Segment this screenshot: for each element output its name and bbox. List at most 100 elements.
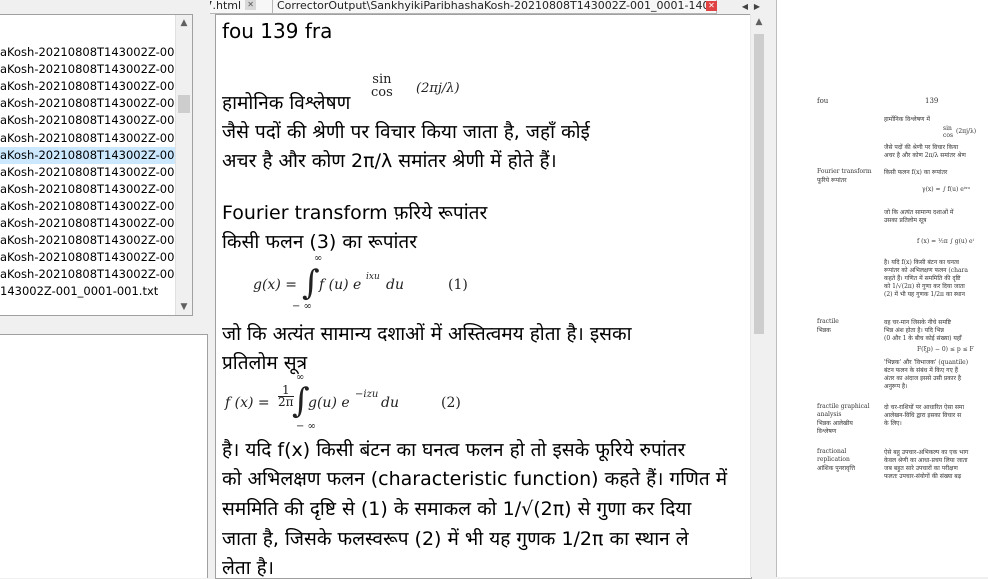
scan-text: analysis — [817, 411, 842, 418]
heading-line: fou 139 fra — [222, 19, 333, 43]
file-list-item[interactable]: aKosh-20210808T143002Z-001_... — [0, 130, 192, 147]
eq2-exponent: −izu — [355, 389, 379, 400]
file-list-item[interactable]: 143002Z-001_0001-001.txt — [0, 283, 176, 300]
scan-text: रूपांतर को अभिलक्षण फलन (chara — [884, 267, 968, 274]
file-list-item[interactable]: aKosh-20210808T143002Z-001_... — [0, 198, 192, 215]
text-line: हामोनिक विश्लेषण — [222, 92, 351, 114]
scan-text: f (x) = ½π ∫ g(u) eⁱ — [917, 238, 974, 245]
sin-cos-math: sin cos — [371, 73, 393, 99]
tab-label: r137.html — [210, 0, 242, 12]
eq1-body: f (u) e — [319, 277, 362, 293]
html-editor[interactable]: fou 139 fra हामोनिक विश्लेषण sin cos (2π… — [215, 14, 752, 579]
file-list-item[interactable]: aKosh-20210808T143002Z-001_... — [0, 215, 192, 232]
scroll-up-icon[interactable]: ▲ — [751, 14, 767, 30]
scan-text: बंटन फलन के संबंध में किए गए हैं — [884, 367, 958, 374]
scan-text: (2) में भी यह गुणक 1/2π का स्थान — [884, 291, 965, 298]
scan-text: fractional — [817, 448, 847, 455]
file-list-item[interactable]: aKosh-20210808T143002Z-001_... — [0, 146, 192, 164]
text-line: लेता है। — [222, 557, 274, 579]
tab-file-140[interactable]: CorrectorOutput\SankhyikiParibhashaKosh-… — [272, 0, 717, 14]
term-line: Fourier transform फ़रिये रूपांतर — [222, 202, 488, 224]
scan-text: जो कि अत्यंत सामान्य दशाओं में — [884, 209, 954, 216]
scan-text: वह चर-मान जिसके नीचे समष्टि — [884, 319, 951, 326]
text-line: सममिति की दृष्टि से (1) के समाकल को 1/√(… — [222, 498, 692, 520]
scan-text: ऐसे बहु उपचार-अभिकल्प का एक भाग — [884, 449, 969, 456]
splitter[interactable] — [766, 0, 777, 577]
scan-text: आंशिक पुनरावृत्ति — [817, 465, 856, 472]
text-line: जैसे पदों की श्रेणी पर विचार किया जाता ह… — [222, 121, 590, 143]
scan-text: विश्लेषण — [817, 428, 837, 435]
text-line: है। यदि f(x) किसी बंटन का घनत्व फलन हो त… — [222, 439, 686, 461]
scan-text: को 1/√(2π) से गुणा कर दिया जाता — [884, 283, 965, 290]
scan-text: fractile — [817, 318, 839, 325]
scroll-thumb[interactable] — [178, 95, 190, 113]
tab-strip: r137.html✕ CorrectorOutput\SankhyikiPari… — [210, 0, 765, 14]
eq2-lhs: f (x) = — [225, 395, 270, 411]
file-list-item[interactable]: aKosh-20210808T143002Z-001_... — [0, 44, 192, 61]
scroll-up-icon[interactable]: ▲ — [176, 15, 192, 31]
scan-text: उसका प्रतिलोम सूत्र — [884, 217, 927, 224]
arg-math: (2πj/λ) — [416, 81, 460, 96]
eq1-number: (1) — [448, 277, 468, 293]
file-list-scrollbar[interactable]: ▲ ▼ — [175, 15, 192, 315]
file-list-item[interactable]: aKosh-20210808T143002Z-001_... — [0, 95, 192, 112]
file-list-item[interactable]: aKosh-20210808T143002Z-001_... — [0, 249, 192, 266]
scroll-thumb[interactable] — [754, 34, 764, 334]
scanned-page-view[interactable]: fou 139 हार्मोनिक विश्लेषण में sin cos (… — [777, 0, 988, 577]
scan-text: fou — [817, 97, 829, 105]
scan-text: 'भिन्नक' और 'विभाजक' (quantile) — [884, 359, 969, 366]
scan-text: अचर है और कोण 2π/λ समांतर श्रेण — [884, 152, 966, 159]
eq1-exponent: ixu — [366, 272, 380, 282]
lower-limit: − ∞ — [292, 301, 312, 312]
eq2-body: g(u) e — [308, 395, 350, 411]
file-list[interactable]: aKosh-20210808T143002Z-001_... aKosh-2021… — [0, 14, 193, 316]
text-line: किसी फलन (3) का रूपांतर — [222, 231, 418, 253]
file-list-item[interactable]: aKosh-20210808T143002Z-001_... — [0, 164, 192, 181]
file-list-item[interactable]: aKosh-20210808T143002Z-001_... — [0, 112, 192, 129]
file-list-item[interactable]: aKosh-20210808T143002Z-001_... — [0, 266, 192, 283]
integral-sign: ∫ — [302, 263, 320, 303]
scan-text: जैसे पदों की श्रेणी पर विचार किया — [884, 144, 959, 151]
lower-limit: − ∞ — [296, 421, 316, 432]
file-list-item[interactable]: aKosh-20210808T143002Z-001_... — [0, 181, 192, 198]
scan-text: अनुरूप है। — [884, 383, 908, 390]
tab-label: CorrectorOutput\SankhyikiParibhashaKosh-… — [277, 0, 717, 12]
scan-text: केवल श्रेणी का आधा-प्रचय लिया जाता — [884, 457, 968, 464]
eq2-number: (2) — [441, 395, 461, 411]
close-icon[interactable]: ✕ — [706, 1, 717, 11]
scan-text: sin — [943, 125, 952, 132]
scan-text: 139 — [925, 97, 939, 105]
editor-scrollbar[interactable]: ▲ — [750, 14, 767, 577]
text-line: जो कि अत्यंत सामान्य दशाओं में अस्तित्वम… — [222, 323, 632, 345]
scan-text: हार्मोनिक विश्लेषण में — [884, 116, 931, 123]
scan-text: Fourier transform — [817, 168, 872, 175]
file-browser-panel: aKosh-20210808T143002Z-001_... aKosh-2021… — [0, 0, 208, 578]
tab-scroll-left-icon[interactable]: ◀ — [740, 0, 750, 13]
scan-text: है। यदि f(x) किसी बंटन का घनत्व — [884, 259, 959, 266]
scan-text: fractile graphical — [817, 403, 870, 410]
cos-label: cos — [371, 85, 393, 100]
eq1-du: du — [386, 277, 404, 293]
scan-text: γ(x) = ∫ f(u) eⁱˣᵘ — [922, 186, 970, 193]
scan-text: F(ξp) − 0) ≤ p ≤ F — [917, 346, 974, 353]
scan-text: भिन्नक आलेखीय — [817, 420, 853, 427]
file-list-item[interactable]: aKosh-20210808T143002Z-001_... — [0, 232, 192, 249]
file-list-item[interactable]: aKosh-20210808T143002Z-001_... — [0, 61, 192, 78]
scan-text: (0 और 1 के बीच कोई संख्या) यहाँ — [884, 335, 962, 342]
preview-pane — [0, 334, 208, 578]
text-line: जाता है, जिसके फलस्वरूप (2) में भी यह गु… — [222, 528, 689, 550]
tab-file-137[interactable]: r137.html✕ — [210, 0, 274, 14]
close-icon[interactable]: ✕ — [245, 0, 257, 10]
scan-text: replication — [817, 456, 850, 463]
scan-text: कहते हैं। गणित में सममिति की दृष्टि — [884, 275, 961, 282]
scan-text: (2πj/λ) — [956, 128, 977, 135]
scan-text: फूरिये रूपांतर — [817, 177, 847, 184]
scan-text: भिन्न अंश होता है। यदि भिन्न — [884, 327, 944, 334]
eq1-lhs: g(x) = — [253, 277, 297, 293]
tab-scroll-right-icon[interactable]: ▶ — [752, 0, 762, 13]
tab-close-wrap: ✕ — [706, 0, 720, 13]
scroll-down-icon[interactable]: ▼ — [176, 299, 192, 315]
eq2-du: du — [381, 395, 399, 411]
scan-text: आलेखन-विधि द्वारा इसका विचार स — [884, 412, 962, 419]
file-list-item[interactable]: aKosh-20210808T143002Z-001_... — [0, 78, 192, 95]
